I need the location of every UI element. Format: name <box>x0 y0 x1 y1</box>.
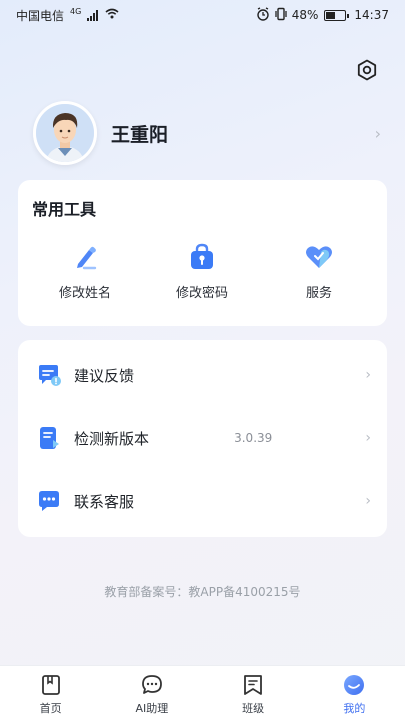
icp-record-text: 教育部备案号：教APP备4100215号 <box>104 585 301 599</box>
chevron-right-icon: › <box>374 123 381 143</box>
menu-item-check-update[interactable]: 检测新版本 3.0.39 › <box>18 407 387 469</box>
bookmark-icon <box>241 673 265 697</box>
username: 王重阳 <box>111 123 169 146</box>
carrier-label: 中国电信 <box>16 8 65 23</box>
menu-item-feedback[interactable]: 建议反馈 › <box>18 344 387 406</box>
version-value: 3.0.39 <box>234 431 273 445</box>
tool-edit-name[interactable]: 修改姓名 <box>40 242 130 301</box>
heart-icon <box>304 242 334 272</box>
chevron-right-icon: › <box>365 493 371 509</box>
feedback-icon <box>36 362 62 388</box>
message-icon <box>140 673 164 697</box>
tools-title: 常用工具 <box>32 200 97 219</box>
settings-hexagon-icon <box>357 59 377 81</box>
clock: 14:37 <box>354 8 389 22</box>
status-bar: 中国电信 4G 48% 14:37 <box>0 0 405 30</box>
tab-home[interactable]: 首页 <box>0 666 101 720</box>
network-label: 4G <box>70 6 82 16</box>
tool-service[interactable]: 服务 <box>274 242 364 301</box>
lock-icon <box>187 242 217 272</box>
chat-icon <box>36 488 62 514</box>
wifi-icon <box>105 8 119 22</box>
tab-label: 我的 <box>343 702 366 715</box>
menu-item-label: 检测新版本 <box>74 429 150 448</box>
vibrate-icon <box>274 7 288 24</box>
tool-label: 服务 <box>305 286 332 301</box>
tab-class[interactable]: 班级 <box>203 666 304 720</box>
alarm-icon <box>256 6 270 24</box>
tab-label: AI助理 <box>135 702 169 715</box>
tool-label: 修改密码 <box>175 286 228 301</box>
signal-icon <box>87 9 99 21</box>
book-icon <box>39 673 63 697</box>
chevron-right-icon: › <box>365 367 371 383</box>
settings-menu-card: 建议反馈 › 检测新版本 3.0.39 › 联系客服 › <box>18 340 387 537</box>
settings-button[interactable] <box>355 58 379 82</box>
profile-header[interactable]: 王重阳 › <box>33 100 381 166</box>
chevron-right-icon: › <box>365 430 371 446</box>
avatar[interactable] <box>33 101 97 165</box>
tab-ai-assistant[interactable]: AI助理 <box>101 666 202 720</box>
tool-label: 修改姓名 <box>58 286 111 301</box>
profile-circle-icon <box>342 673 366 697</box>
common-tools-card: 常用工具 修改姓名 修改密码 服务 <box>18 180 387 326</box>
menu-item-label: 联系客服 <box>74 492 135 511</box>
pencil-icon <box>70 242 100 272</box>
menu-item-customer-service[interactable]: 联系客服 › <box>18 470 387 532</box>
tool-change-password[interactable]: 修改密码 <box>157 242 247 301</box>
bottom-tab-bar: 首页 AI助理 班级 我的 <box>0 665 405 720</box>
battery-icon <box>324 9 350 21</box>
document-icon <box>36 425 62 451</box>
tab-label: 班级 <box>242 702 265 715</box>
battery-percent: 48% <box>291 8 319 22</box>
tab-mine[interactable]: 我的 <box>304 666 405 720</box>
menu-item-label: 建议反馈 <box>74 366 135 385</box>
tab-label: 首页 <box>39 702 62 715</box>
